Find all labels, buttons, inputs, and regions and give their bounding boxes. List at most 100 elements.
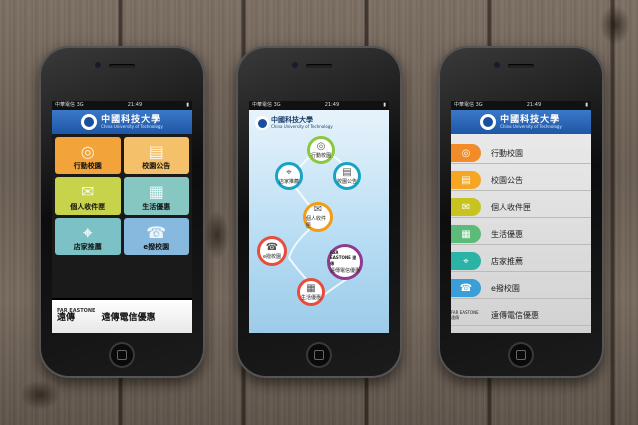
clock-label: 21:49 — [324, 102, 340, 108]
document-icon: ▤ — [342, 166, 352, 178]
carrier-label: 中華電信 3G — [55, 102, 84, 108]
menu-tile[interactable]: ✉ 個人收件匣 — [55, 177, 121, 215]
phone-screen: 中華電信 3G 21:49 ▮ 中國科技大學 China University … — [52, 101, 192, 333]
row-divider — [451, 217, 591, 218]
menu-grid: ◎ 行動校園 ▤ 校園公告 ✉ 個人收件匣 ▦ 生活優惠 ⌖ 店家推薦 ☎ e撥校園 — [52, 134, 192, 298]
menu-tile-label: e撥校園 — [143, 242, 170, 251]
menu-row[interactable]: ◎ 行動校園 — [451, 142, 591, 164]
row-divider — [451, 190, 591, 191]
row-divider — [451, 271, 591, 272]
bubble-background: 中國科技大學 China University of Technology ◎ 行… — [249, 110, 389, 333]
menu-row[interactable]: FAR EASTONE 遠傳 遠傳電信優惠 — [451, 304, 591, 326]
location-icon: ⌖ — [83, 222, 93, 242]
phone-list-layout: 中華電信 3G 21:49 ▮ 中國科技大學 China University … — [438, 46, 604, 378]
menu-row-label: 遠傳電信優惠 — [491, 310, 539, 320]
menu-bubble-label: 校園公告 — [336, 178, 357, 185]
row-divider — [451, 325, 591, 326]
clock-label: 21:49 — [127, 102, 143, 108]
phone-screen: 中華電信 3G 21:49 ▮ 中國科技大學 China University … — [451, 101, 591, 333]
menu-row-label: 行動校園 — [491, 148, 523, 158]
menu-bubble[interactable]: ◎ 行動校園 — [307, 136, 335, 164]
menu-tile-label: 生活優惠 — [142, 202, 171, 211]
row-divider — [451, 298, 591, 299]
status-bar: 中華電信 3G 21:49 ▮ — [52, 101, 192, 110]
phone-icon: ☎ — [146, 222, 167, 242]
envelope-icon: ✉ — [313, 204, 323, 215]
menu-bubble[interactable]: ⌖ 店家推薦 — [275, 162, 303, 190]
battery-icon: ▮ — [186, 102, 189, 108]
fareastone-logo: FAR EASTONE 遠傳 — [57, 307, 96, 324]
menu-bubble-label: 生活優惠 — [300, 294, 321, 301]
wood-knot — [600, 5, 630, 45]
menu-tile[interactable]: ☎ e撥校園 — [123, 217, 189, 255]
promo-fareastone-button[interactable]: FAR EASTONE 遠傳 遠傳電信優惠 — [52, 300, 192, 333]
menu-tile-label: 行動校園 — [73, 162, 102, 171]
shop-icon: ▦ — [306, 282, 316, 294]
status-bar: 中華電信 3G 21:49 ▮ — [249, 101, 389, 110]
university-name-en: China University of Technology — [101, 123, 163, 129]
menu-bubble-label: 個人收件匣 — [306, 216, 327, 229]
globe-icon: ◎ — [316, 140, 326, 152]
phone-screen: 中華電信 3G 21:49 ▮ 中國科技大學 China University … — [249, 101, 389, 333]
clock-label: 21:49 — [526, 102, 542, 108]
menu-bubble[interactable]: ☎ e撥校園 — [257, 236, 287, 266]
menu-bubble-label: e撥校園 — [262, 253, 282, 260]
menu-bubble[interactable]: ▦ 生活優惠 — [297, 278, 325, 306]
menu-row-label: 校園公告 — [491, 175, 523, 185]
menu-row[interactable]: ✉ 個人收件匣 — [451, 196, 591, 218]
university-logo-icon — [81, 114, 98, 130]
globe-icon: ◎ — [80, 142, 95, 161]
camera-icon — [494, 62, 500, 68]
location-icon: ⌖ — [286, 166, 292, 178]
menu-bubble[interactable]: ✉ 個人收件匣 — [303, 202, 333, 232]
menu-list: ◎ 行動校園 ▤ 校園公告 ✉ 個人收件匣 ▦ 生活優惠 ⌖ 店家推薦 ☎ e撥校園 FAR EASTO… — [451, 134, 591, 333]
menu-row-label: 店家推薦 — [491, 256, 523, 266]
battery-icon: ▮ — [383, 102, 386, 108]
menu-row[interactable]: ⌖ 店家推薦 — [451, 250, 591, 272]
globe-icon: ◎ — [451, 144, 481, 162]
university-logo-icon — [480, 114, 497, 130]
home-button[interactable] — [508, 342, 534, 368]
menu-tile[interactable]: ◎ 行動校園 — [55, 137, 121, 175]
menu-tile-label: 個人收件匣 — [70, 202, 106, 211]
fareastone-logo: FAR EASTONE 遠傳 — [330, 250, 357, 266]
menu-row[interactable]: ☎ e撥校園 — [451, 277, 591, 299]
phone-tile-layout: 中華電信 3G 21:49 ▮ 中國科技大學 China University … — [39, 46, 205, 378]
menu-tile-label: 店家推薦 — [73, 242, 102, 251]
carrier-label: 中華電信 3G — [252, 102, 281, 108]
camera-icon — [95, 62, 101, 68]
row-divider — [451, 244, 591, 245]
menu-bubble[interactable]: ▤ 校園公告 — [333, 162, 361, 190]
wood-knot — [205, 210, 229, 260]
menu-row[interactable]: ▤ 校園公告 — [451, 169, 591, 191]
envelope-icon: ✉ — [451, 198, 481, 216]
shop-icon: ▦ — [451, 225, 481, 243]
menu-row[interactable]: ▦ 生活優惠 — [451, 223, 591, 245]
menu-bubble-label: 遠傳電信優惠 — [330, 268, 361, 274]
envelope-icon: ✉ — [81, 182, 95, 202]
phone-icon: ☎ — [265, 241, 279, 253]
menu-tile[interactable]: ▦ 生活優惠 — [123, 177, 189, 215]
menu-bubble-label: 行動校園 — [310, 152, 331, 159]
menu-tile[interactable]: ▤ 校園公告 — [123, 137, 189, 175]
phone-bubble-layout: 中華電信 3G 21:49 ▮ 中國科技大學 China University … — [236, 46, 402, 378]
camera-icon — [292, 62, 298, 68]
university-name-en: China University of Technology — [500, 123, 562, 129]
document-icon: ▤ — [148, 142, 164, 161]
home-button[interactable] — [306, 342, 332, 368]
menu-bubble-label: 店家推薦 — [278, 178, 299, 185]
row-divider — [451, 163, 591, 164]
menu-bubble[interactable]: FAR EASTONE 遠傳遠傳電信優惠 — [327, 244, 363, 280]
phone-icon: ☎ — [451, 279, 481, 297]
menu-tile[interactable]: ⌖ 店家推薦 — [55, 217, 121, 255]
promo-label: 遠傳電信優惠 — [101, 313, 156, 323]
status-bar: 中華電信 3G 21:49 ▮ — [451, 101, 591, 110]
app-header: 中國科技大學 China University of Technology — [451, 110, 591, 134]
document-icon: ▤ — [451, 171, 481, 189]
speaker-grille — [109, 64, 135, 68]
brand-icon: FAR EASTONE 遠傳 — [451, 309, 479, 320]
home-button[interactable] — [109, 342, 135, 368]
menu-tile-label: 校園公告 — [142, 162, 171, 171]
battery-icon: ▮ — [585, 102, 588, 108]
speaker-grille — [508, 64, 534, 68]
